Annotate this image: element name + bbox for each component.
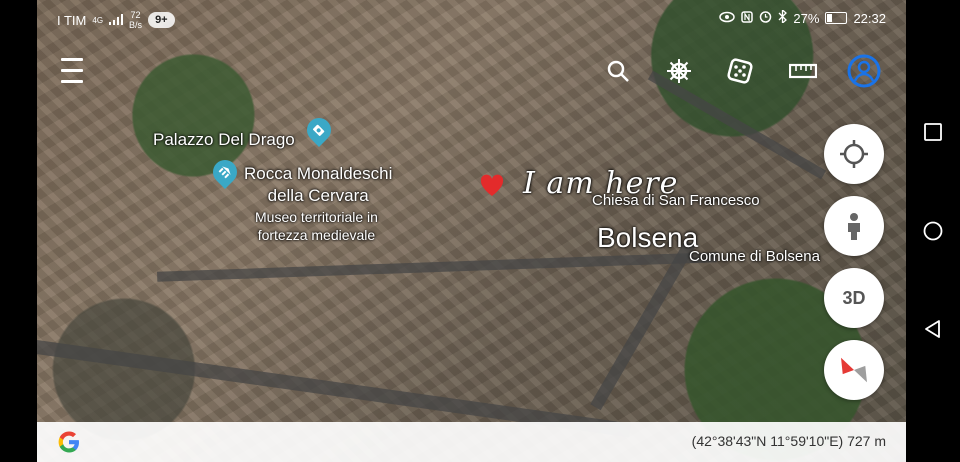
town-label[interactable]: Bolsena [597, 222, 698, 254]
place-label-palazzo[interactable]: Palazzo Del Drago [153, 130, 295, 150]
rocca-name-line2: della Cervara [267, 186, 369, 205]
carrier-label: I TIM [57, 12, 87, 28]
road [156, 252, 718, 282]
dice-icon[interactable] [722, 53, 758, 89]
heart-icon [479, 174, 505, 203]
clock: 22:32 [853, 10, 886, 26]
photo-pin-icon[interactable] [302, 113, 336, 147]
alarm-icon [759, 10, 772, 26]
place-label-comune[interactable]: Comune di Bolsena [689, 248, 820, 265]
bottom-bar: (42°38'43"N 11°59'10"E) 727 m [37, 422, 906, 462]
compass-button[interactable] [824, 340, 884, 400]
rocca-desc-line1: Museo territoriale in [255, 209, 378, 225]
menu-icon[interactable] [54, 52, 90, 88]
street-view-button[interactable] [824, 196, 884, 256]
place-sublabel-rocca: Museo territoriale in fortezza medievale [255, 208, 378, 244]
compass-icon [841, 357, 867, 383]
notification-badge: 9+ [148, 12, 175, 28]
triangle-back-icon [925, 320, 940, 338]
battery-percent: 27% [793, 10, 820, 26]
square-icon [924, 123, 942, 141]
network-type: 4G [92, 15, 104, 25]
signal-icon [109, 13, 124, 28]
speed-value: 72 [130, 10, 141, 20]
bluetooth-icon [778, 8, 788, 26]
rocca-name-line1: Rocca Monaldeschi [244, 164, 393, 183]
nfc-icon [741, 10, 754, 26]
eye-icon [719, 11, 736, 26]
ruler-icon[interactable] [785, 53, 821, 89]
status-bar: I TIM 4G 72 B/s 9+ 27% 22:32 [37, 0, 906, 34]
museum-pin-icon[interactable] [208, 155, 242, 189]
3d-toggle-button[interactable]: 3D [824, 268, 884, 328]
voyager-wheel-icon[interactable] [661, 53, 697, 89]
battery-icon [825, 12, 848, 24]
place-label-chiesa[interactable]: Chiesa di San Francesco [592, 192, 760, 209]
pegman-icon [848, 213, 860, 240]
crosshair-icon [840, 140, 868, 168]
circle-icon [923, 221, 943, 241]
my-location-button[interactable] [824, 124, 884, 184]
3d-label: 3D [842, 287, 866, 308]
account-icon[interactable] [846, 53, 882, 89]
rocca-desc-line2: fortezza medievale [257, 227, 376, 243]
search-icon[interactable] [600, 53, 636, 89]
home-button[interactable] [923, 221, 943, 241]
coordinates-readout: (42°38'43"N 11°59'10"E) 727 m [691, 433, 886, 449]
place-label-rocca[interactable]: Rocca Monaldeschi della Cervara [244, 163, 392, 207]
data-speed: 72 B/s [129, 10, 142, 30]
speed-unit: B/s [129, 20, 143, 30]
recents-button[interactable] [923, 122, 943, 142]
google-logo-icon[interactable] [55, 428, 83, 462]
map-view[interactable]: I TIM 4G 72 B/s 9+ 27% 22:32 Palazzo Del… [37, 0, 906, 462]
back-button[interactable] [923, 319, 943, 339]
navigation-bar [906, 0, 960, 462]
